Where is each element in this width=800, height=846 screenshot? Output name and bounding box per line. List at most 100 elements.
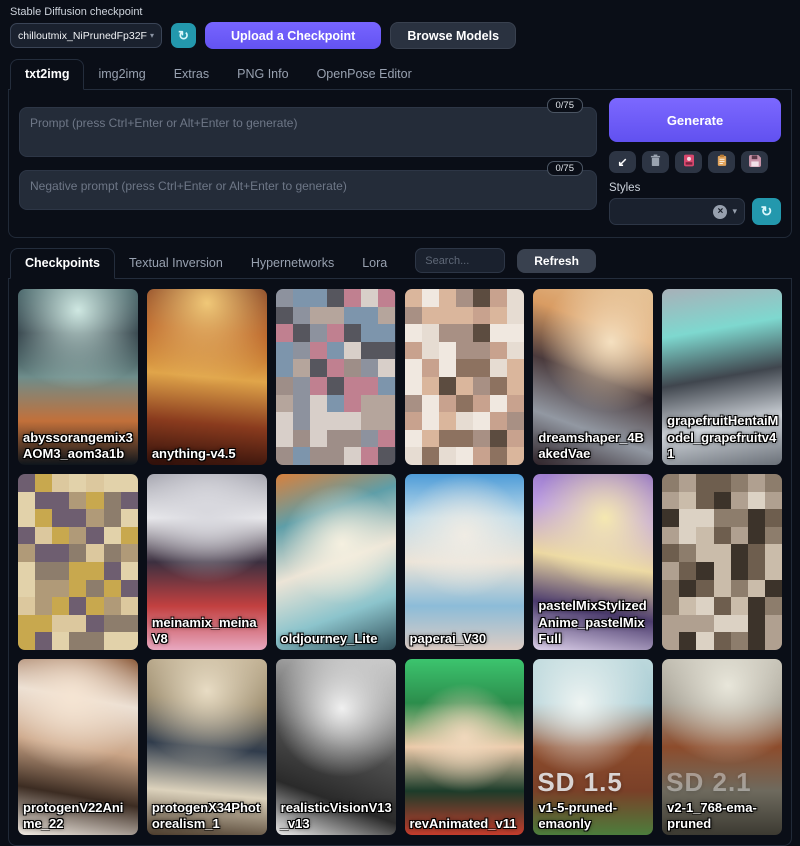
mosaic-tile (439, 289, 456, 307)
clear-styles-icon[interactable]: × (713, 205, 727, 219)
mosaic-tile (422, 289, 439, 307)
mosaic-tile (361, 289, 378, 307)
mosaic-tile (731, 544, 748, 562)
prompt-input[interactable] (19, 107, 597, 157)
save-style-button[interactable] (741, 151, 768, 173)
mosaic-tile (293, 430, 310, 448)
mosaic-tile (765, 615, 782, 633)
mosaic-tile (422, 359, 439, 377)
mosaic-tile (765, 597, 782, 615)
mosaic-tile (507, 342, 524, 360)
mosaic-tile (86, 474, 103, 492)
model-card-oldjourney-lite[interactable]: oldjourney_Lite (276, 474, 396, 650)
mosaic-tile (405, 307, 422, 325)
model-card-revanimated-v11[interactable]: revAnimated_v11 (405, 659, 525, 835)
networks-tab-hypernetworks[interactable]: Hypernetworks (237, 249, 348, 278)
refresh-checkpoints-button[interactable]: ↻ (171, 23, 196, 48)
model-card-realisticvisionv13-v13[interactable]: realisticVisionV13_v13 (276, 659, 396, 835)
mosaic-tile (456, 307, 473, 325)
mosaic-tile (69, 632, 86, 650)
mosaic-tile (405, 447, 422, 465)
mosaic-tile (765, 580, 782, 598)
model-card-censored[interactable] (662, 474, 782, 650)
tab-openpose-editor[interactable]: OpenPose Editor (303, 60, 426, 89)
mosaic-tile (86, 632, 103, 650)
networks-tab-textual-inversion[interactable]: Textual Inversion (115, 249, 237, 278)
mosaic-tile (104, 527, 121, 545)
mosaic-tile (439, 324, 456, 342)
mosaic-tile (310, 377, 327, 395)
mosaic-tile (422, 395, 439, 413)
refresh-icon: ↻ (178, 28, 189, 44)
styles-dropdown[interactable]: × ▾ (609, 198, 745, 225)
model-card-grapefruithentaimodel-grapefruitv41[interactable]: grapefruitHentaiModel_grapefruitv41 (662, 289, 782, 465)
model-card-censored[interactable] (18, 474, 138, 650)
mosaic-tile (422, 412, 439, 430)
mosaic-tile (86, 597, 103, 615)
model-card-v2-1-768-ema-pruned[interactable]: SD 2.1v2-1_768-ema-pruned (662, 659, 782, 835)
tab-txt2img[interactable]: txt2img (10, 59, 84, 90)
mosaic-tile (473, 412, 490, 430)
model-card-v1-5-pruned-emaonly[interactable]: SD 1.5v1-5-pruned-emaonly (533, 659, 653, 835)
mosaic-tile (507, 324, 524, 342)
model-card-meinamix-meinav8[interactable]: meinamix_meinaV8 (147, 474, 267, 650)
mosaic-tile (361, 342, 378, 360)
model-card-abyssorangemix3aom3-aom3a1b[interactable]: abyssorangemix3AOM3_aom3a1b (18, 289, 138, 465)
mosaic-tile (121, 544, 138, 562)
mosaic-tile (405, 377, 422, 395)
refresh-networks-button[interactable]: Refresh (517, 249, 596, 273)
model-card-dreamshaper-4bakedvae[interactable]: dreamshaper_4BakedVae (533, 289, 653, 465)
model-card-pastelmixstylizedanime-pastelmixfull[interactable]: pastelMixStylizedAnime_pastelMixFull (533, 474, 653, 650)
model-card-paperai-v30[interactable]: paperai_V30 (405, 474, 525, 650)
mosaic-tile (378, 412, 395, 430)
tab-png-info[interactable]: PNG Info (223, 60, 302, 89)
mosaic-tile (696, 527, 713, 545)
model-card-protogenv22anime-22[interactable]: protogenV22Anime_22 (18, 659, 138, 835)
mosaic-tile (52, 580, 69, 598)
mosaic-tile (293, 324, 310, 342)
mosaic-tile (714, 527, 731, 545)
mosaic-tile (731, 632, 748, 650)
mosaic-tile (344, 430, 361, 448)
model-card-name: v1-5-pruned-emaonly (538, 800, 650, 833)
mosaic-tile (731, 474, 748, 492)
mosaic-tile (422, 307, 439, 325)
mosaic-tile (378, 307, 395, 325)
model-card-anything-v4-5[interactable]: anything-v4.5 (147, 289, 267, 465)
mosaic-tile (456, 289, 473, 307)
mosaic-tile (679, 632, 696, 650)
model-card-censored[interactable] (405, 289, 525, 465)
refresh-styles-button[interactable]: ↻ (752, 198, 781, 225)
negative-prompt-input[interactable] (19, 170, 597, 210)
generate-column: Generate ↙ Styles × ▾ ↻ (609, 94, 781, 225)
upload-checkpoint-button[interactable]: Upload a Checkpoint (205, 22, 381, 49)
mosaic-tile (18, 527, 35, 545)
mosaic-tile (765, 562, 782, 580)
mosaic-tile (696, 562, 713, 580)
mosaic-tile (748, 544, 765, 562)
browse-models-button[interactable]: Browse Models (390, 22, 516, 49)
mosaic-tile (327, 412, 344, 430)
paste-params-button[interactable]: ↙ (609, 151, 636, 173)
mosaic-tile (696, 492, 713, 510)
tab-img2img[interactable]: img2img (84, 60, 159, 89)
mosaic-tile (731, 509, 748, 527)
clear-prompt-button[interactable] (642, 151, 669, 173)
mosaic-tile (765, 544, 782, 562)
mosaic-tile (714, 544, 731, 562)
model-card-protogenx34photorealism-1[interactable]: protogenX34Photorealism_1 (147, 659, 267, 835)
extra-networks-button[interactable] (675, 151, 702, 173)
mosaic-tile (507, 289, 524, 307)
generate-button[interactable]: Generate (609, 98, 781, 142)
checkpoint-dropdown[interactable]: chilloutmix_NiPrunedFp32Fix.safeter ▾ (10, 23, 162, 48)
networks-tab-checkpoints[interactable]: Checkpoints (10, 248, 115, 279)
model-card-censored[interactable] (276, 289, 396, 465)
networks-tab-lora[interactable]: Lora (348, 249, 401, 278)
network-search-input[interactable] (415, 248, 505, 273)
mosaic-tile (293, 307, 310, 325)
tab-extras[interactable]: Extras (160, 60, 223, 89)
mosaic-tile (731, 597, 748, 615)
apply-styles-button[interactable] (708, 151, 735, 173)
mosaic-tile (748, 492, 765, 510)
mosaic-tile (121, 632, 138, 650)
